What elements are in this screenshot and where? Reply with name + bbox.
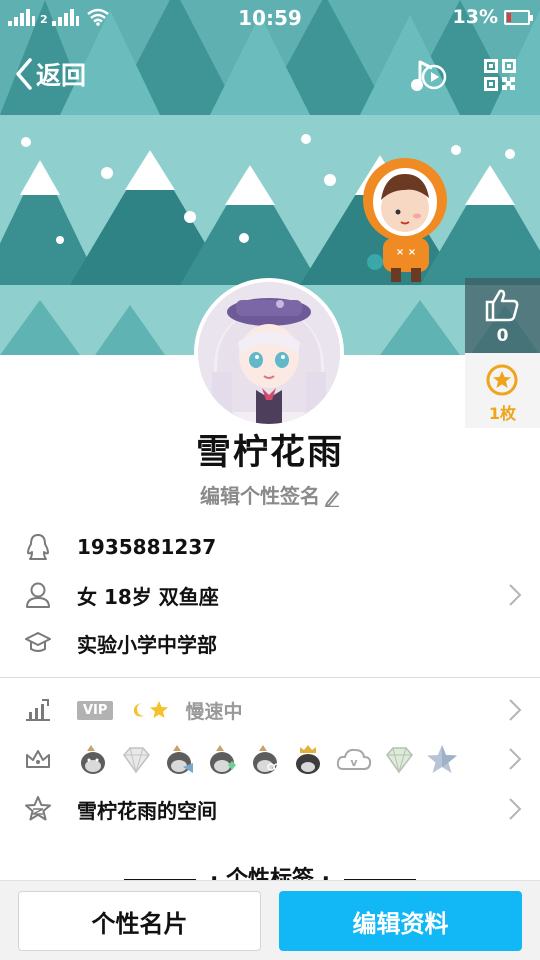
penguin-icon (24, 533, 52, 561)
personal-info: 女 18岁 双鱼座 (77, 584, 219, 609)
vip-badge: VIP (77, 700, 114, 720)
school-name: 实验小学中学部 (77, 632, 217, 657)
back-label: 返回 (36, 61, 87, 90)
section-divider (0, 677, 540, 678)
chevron-right-icon (509, 748, 522, 770)
anime-girl-avatar (198, 282, 340, 424)
signature-text: 编辑个性签名 (200, 484, 320, 508)
thumbs-up-icon (485, 289, 519, 322)
level-chart-icon (24, 696, 52, 724)
level-row[interactable]: VIP 慢速中 (0, 687, 540, 733)
medal-button[interactable]: 1枚 (465, 353, 540, 428)
edit-profile-button[interactable]: 编辑资料 (279, 891, 522, 951)
battery-status: 13% (452, 6, 533, 28)
diamond-badge-icon (123, 746, 150, 774)
chevron-right-icon (509, 798, 522, 820)
crown-penguin-badge-icon (296, 744, 320, 774)
person-icon (24, 581, 52, 609)
badge-list: v (77, 743, 459, 776)
qzone-label: 雪柠花雨的空间 (77, 798, 217, 823)
svg-text:v: v (350, 756, 358, 769)
chevron-right-icon (509, 699, 522, 721)
graduation-cap-icon (24, 629, 52, 657)
like-button[interactable]: 0 (465, 278, 540, 353)
back-button[interactable]: 返回 (14, 56, 86, 92)
moon-icon (134, 703, 145, 717)
qr-code-icon (484, 59, 516, 91)
qzone-row[interactable]: 雪柠花雨的空间 (0, 786, 540, 832)
school-row: 实验小学中学部 (0, 620, 540, 666)
cloud-vip-badge-icon: v (336, 748, 372, 770)
nickname: 雪柠花雨 (195, 433, 344, 473)
speed-status: 慢速中 (185, 700, 243, 723)
avatar[interactable] (194, 278, 344, 428)
qq-number: 1935881237 (77, 535, 217, 559)
penguin-glasses-badge-icon (253, 744, 281, 774)
battery-icon (504, 9, 533, 25)
medal-count: 1枚 (488, 404, 517, 423)
star-icon (150, 701, 169, 718)
like-count: 0 (496, 326, 509, 346)
penguin-gem-badge-icon (210, 744, 236, 774)
bottom-action-bar: 个性名片 编辑资料 (0, 880, 540, 960)
chevron-right-icon (509, 584, 522, 606)
profile-card-button[interactable]: 个性名片 (18, 891, 261, 951)
music-note-icon (411, 60, 447, 91)
crown-icon (24, 745, 52, 773)
level-icons (129, 700, 169, 720)
level-info: VIP 慢速中 (77, 697, 242, 724)
personal-info-row[interactable]: 女 18岁 双鱼座 (0, 572, 540, 618)
penguin-badge-icon (81, 744, 105, 774)
pencil-icon (324, 490, 340, 507)
signature-edit[interactable]: 编辑个性签名 (0, 480, 540, 509)
qzone-star-icon (24, 795, 52, 823)
svg-text:× ×: × × (396, 247, 416, 258)
chevron-left-icon (16, 58, 32, 90)
music-button[interactable] (410, 58, 448, 98)
star-badge-icon (427, 744, 457, 773)
qq-number-row: 1935881237 (0, 524, 540, 570)
status-bar: 2 10:59 13% (0, 0, 540, 36)
green-diamond-badge-icon (386, 746, 413, 774)
medal-star-icon (486, 364, 518, 396)
battery-percent: 13% (452, 6, 498, 28)
badges-row[interactable]: v (0, 736, 540, 782)
qr-code-button[interactable] (484, 59, 516, 95)
penguin-fish-badge-icon (167, 744, 193, 774)
